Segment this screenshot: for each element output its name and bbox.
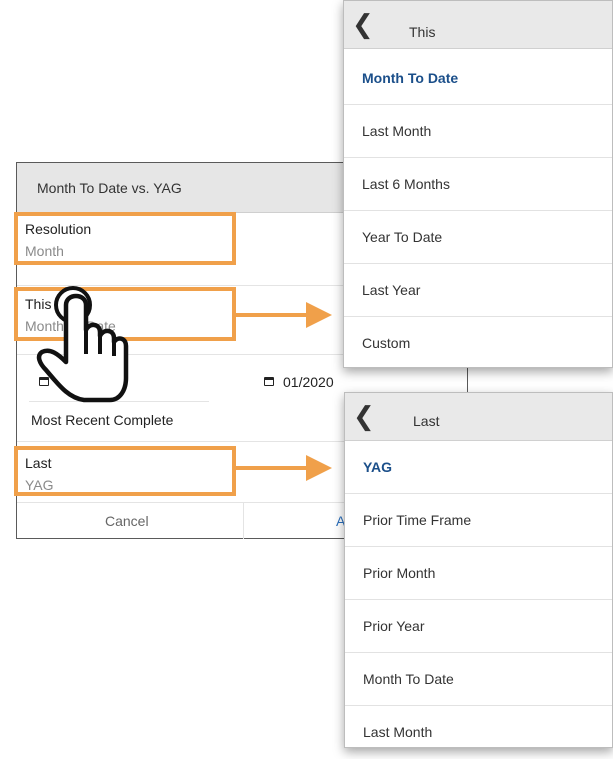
arrow-right-icon [236, 302, 336, 328]
option-yag[interactable]: YAG [345, 441, 612, 494]
highlight-resolution [14, 212, 236, 265]
option-custom[interactable]: Custom [344, 317, 612, 370]
footer-divider [243, 503, 244, 539]
option-month-to-date[interactable]: Month To Date [344, 52, 612, 105]
option-last-6-months[interactable]: Last 6 Months [344, 158, 612, 211]
panel-title: This [409, 24, 436, 40]
option-prior-time-frame[interactable]: Prior Time Frame [345, 494, 612, 547]
cancel-button[interactable]: Cancel [105, 513, 149, 529]
panel-title: Last [413, 413, 440, 429]
chevron-left-icon[interactable]: ❮ [353, 403, 375, 429]
panel-header: ❮ Last [345, 393, 612, 441]
option-prior-year[interactable]: Prior Year [345, 600, 612, 653]
last-options-panel: ❮ Last YAG Prior Time Frame Prior Month … [344, 392, 613, 748]
calendar-icon[interactable] [264, 377, 274, 386]
option-month-to-date[interactable]: Month To Date [345, 653, 612, 706]
this-options-panel: ❮ This Month To Date Last Month Last 6 M… [343, 0, 613, 368]
option-year-to-date[interactable]: Year To Date [344, 211, 612, 264]
option-last-month[interactable]: Last Month [345, 706, 612, 759]
option-last-month[interactable]: Last Month [344, 105, 612, 158]
option-prior-month[interactable]: Prior Month [345, 547, 612, 600]
end-date[interactable]: 01/2020 [283, 374, 334, 390]
option-last-year[interactable]: Last Year [344, 264, 612, 317]
panel-header: ❮ This [344, 1, 612, 49]
most-recent-complete[interactable]: Most Recent Complete [31, 412, 173, 428]
dialog-title: Month To Date vs. YAG [37, 180, 182, 196]
chevron-left-icon[interactable]: ❮ [352, 11, 374, 37]
hand-pointer-icon [36, 286, 129, 403]
highlight-last [14, 446, 236, 496]
arrow-right-icon [236, 455, 336, 481]
